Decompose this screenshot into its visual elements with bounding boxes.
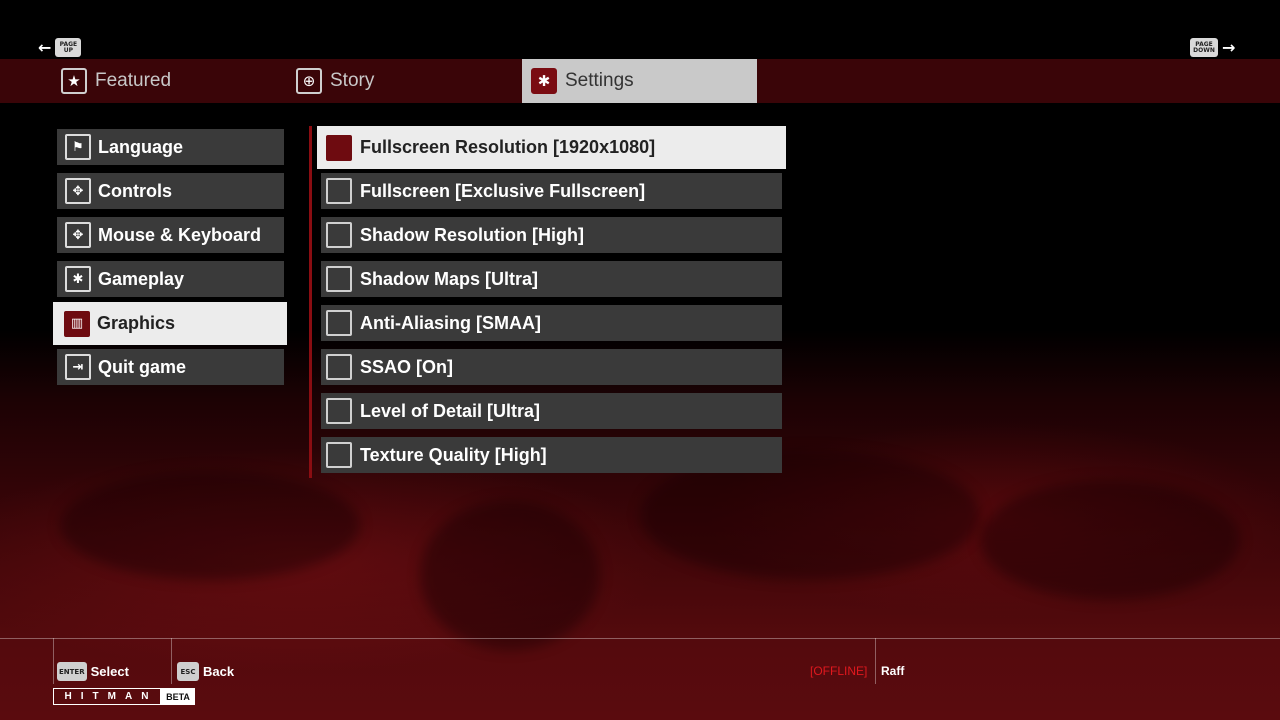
sidebar-item-quit-game[interactable]: ⇥ Quit game — [57, 349, 284, 385]
checkbox-icon — [326, 266, 352, 292]
dpad-icon: ✥ — [65, 222, 91, 248]
footer-separator — [875, 638, 876, 684]
tab-bar: ★ Featured ⊕ Story ✱ Settings — [0, 59, 1280, 103]
hitman-logo: HITMAN BETA — [53, 688, 195, 705]
option-label: Texture Quality [High] — [360, 444, 547, 465]
footer-divider — [0, 638, 1280, 639]
option-level-of-detail[interactable]: Level of Detail [Ultra] — [321, 393, 782, 429]
option-fullscreen-mode[interactable]: Fullscreen [Exclusive Fullscreen] — [321, 173, 782, 209]
option-label: Level of Detail [Ultra] — [360, 400, 541, 421]
username: Raff — [881, 664, 905, 678]
dpad-icon: ✥ — [65, 178, 91, 204]
sidebar-item-controls[interactable]: ✥ Controls — [57, 173, 284, 209]
map-continent — [420, 500, 600, 650]
sidebar-item-label: Language — [98, 136, 184, 157]
tab-label: Settings — [565, 70, 634, 91]
sidebar-item-mouse-keyboard[interactable]: ✥ Mouse & Keyboard — [57, 217, 284, 253]
flag-icon: ⚑ — [65, 134, 91, 160]
option-shadow-maps[interactable]: Shadow Maps [Ultra] — [321, 261, 782, 297]
graph-icon: ▥ — [64, 310, 90, 337]
arrow-right-icon: → — [1222, 38, 1236, 57]
option-texture-quality[interactable]: Texture Quality [High] — [321, 437, 782, 473]
tab-label: Story — [330, 70, 375, 91]
option-anti-aliasing[interactable]: Anti-Aliasing [SMAA] — [321, 305, 782, 341]
sidebar-item-language[interactable]: ⚑ Language — [57, 129, 284, 165]
footer-separator — [53, 638, 54, 684]
checkbox-icon — [326, 222, 352, 248]
sidebar-item-label: Controls — [98, 180, 172, 201]
back-hint-label: Back — [203, 664, 235, 679]
checkbox-icon — [326, 398, 352, 424]
tab-settings[interactable]: ✱ Settings — [522, 59, 757, 103]
tab-story[interactable]: ⊕ Story — [296, 59, 522, 103]
select-hint-label: Select — [90, 664, 129, 679]
next-tab-hint[interactable]: PAGE DOWN → — [1190, 38, 1235, 57]
select-hint[interactable]: ENTER Select — [57, 662, 129, 681]
esc-key-icon: ESC — [177, 662, 199, 681]
sidebar-item-graphics[interactable]: ▥ Graphics — [53, 302, 287, 345]
back-hint[interactable]: ESC Back — [177, 662, 234, 681]
prev-tab-hint[interactable]: ← PAGE UP — [38, 38, 82, 57]
checkbox-icon — [326, 178, 352, 204]
map-continent — [980, 480, 1240, 600]
option-label: SSAO [On] — [360, 356, 453, 377]
exit-icon: ⇥ — [65, 354, 91, 380]
page-down-key-icon: PAGE DOWN — [1190, 38, 1218, 57]
gear-icon: ✱ — [65, 266, 91, 292]
star-icon: ★ — [61, 68, 87, 94]
tab-label: Featured — [95, 70, 172, 91]
arrow-left-icon: ← — [38, 38, 52, 57]
option-label: Fullscreen [Exclusive Fullscreen] — [360, 180, 646, 201]
page-up-key-icon: PAGE UP — [55, 38, 82, 57]
checkbox-icon — [326, 134, 352, 161]
sidebar-item-label: Gameplay — [98, 268, 185, 289]
globe-icon: ⊕ — [296, 68, 322, 94]
beta-badge: BETA — [161, 688, 195, 705]
sidebar-item-gameplay[interactable]: ✱ Gameplay — [57, 261, 284, 297]
connection-status: [OFFLINE] — [810, 664, 868, 678]
option-label: Shadow Maps [Ultra] — [360, 268, 539, 289]
option-label: Fullscreen Resolution [1920x1080] — [360, 137, 656, 157]
sidebar-item-label: Graphics — [97, 313, 176, 333]
logo-text: HITMAN — [53, 688, 161, 705]
sidebar-item-label: Mouse & Keyboard — [98, 224, 262, 245]
option-ssao[interactable]: SSAO [On] — [321, 349, 782, 385]
enter-key-icon: ENTER — [57, 662, 87, 681]
checkbox-icon — [326, 442, 352, 468]
footer-separator — [171, 638, 172, 684]
gear-icon: ✱ — [531, 68, 557, 94]
option-label: Anti-Aliasing [SMAA] — [360, 312, 541, 333]
map-continent — [60, 470, 360, 580]
option-shadow-resolution[interactable]: Shadow Resolution [High] — [321, 217, 782, 253]
option-label: Shadow Resolution [High] — [360, 224, 584, 245]
tab-featured[interactable]: ★ Featured — [61, 59, 291, 103]
checkbox-icon — [326, 310, 352, 336]
section-divider — [309, 126, 312, 478]
option-fullscreen-resolution[interactable]: Fullscreen Resolution [1920x1080] — [317, 126, 786, 169]
sidebar-item-label: Quit game — [98, 356, 187, 377]
checkbox-icon — [326, 354, 352, 380]
